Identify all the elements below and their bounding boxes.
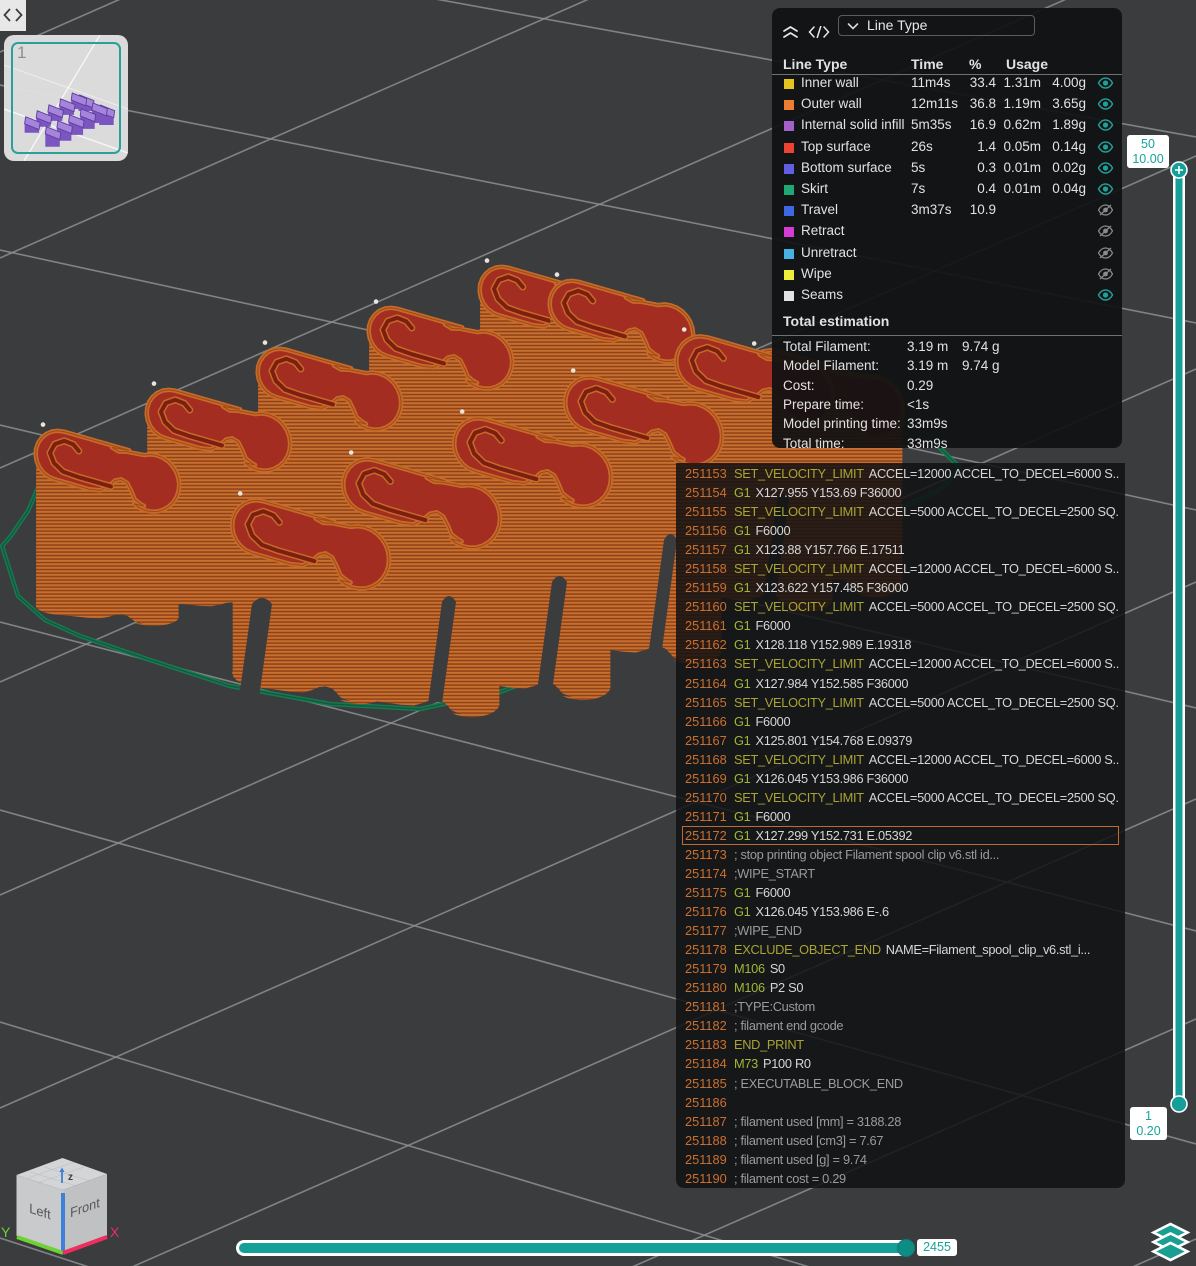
svg-text:X: X xyxy=(110,1224,120,1240)
svg-text:Y: Y xyxy=(1,1224,11,1240)
svg-text:z: z xyxy=(68,1172,73,1183)
